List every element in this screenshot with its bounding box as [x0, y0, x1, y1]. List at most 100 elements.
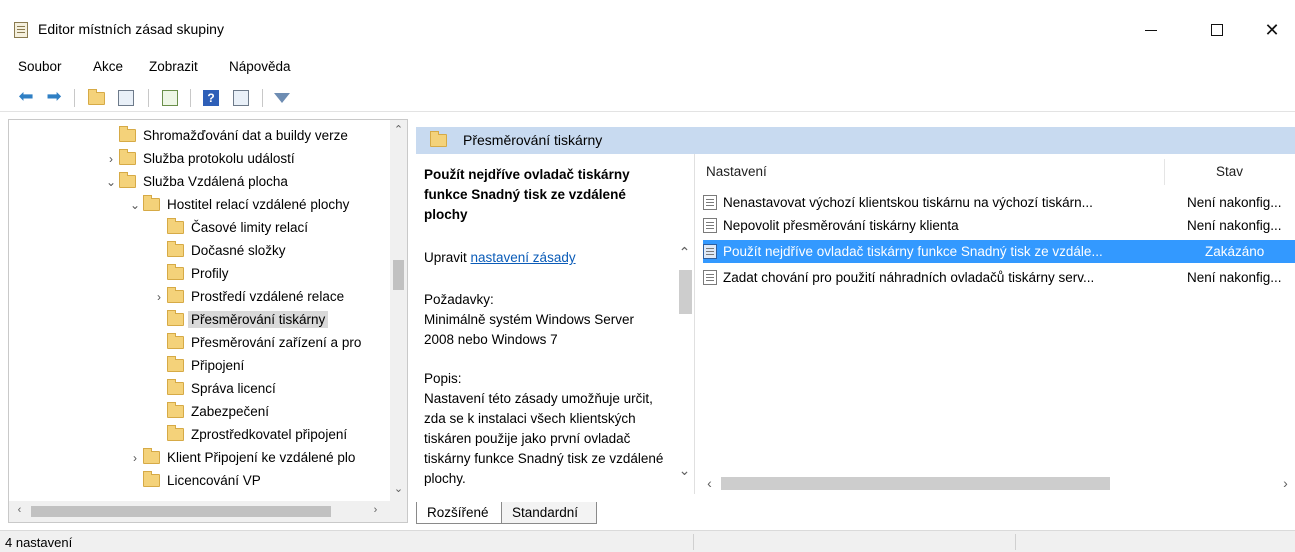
folder-icon	[143, 448, 160, 464]
folder-icon	[167, 333, 184, 349]
minimize-button[interactable]	[1128, 12, 1174, 48]
scroll-thumb[interactable]	[679, 270, 692, 314]
tree-vertical-scrollbar[interactable]: ⌃ ⌄	[390, 120, 407, 501]
description-scrollbar[interactable]: ⌃ ⌄	[676, 244, 693, 484]
collapse-chevron-icon[interactable]: ⌄	[103, 175, 119, 189]
collapse-chevron-icon[interactable]: ⌄	[127, 198, 143, 212]
menu-file[interactable]: Soubor	[18, 59, 62, 74]
scroll-right-icon[interactable]: ›	[1277, 475, 1294, 491]
column-header-setting[interactable]: Nastavení	[706, 164, 767, 179]
tree-item[interactable]: Licencování VP	[127, 469, 261, 492]
tree-item[interactable]: Dočasné složky	[151, 239, 286, 262]
edit-line: Upravit nastavení zásady	[424, 250, 576, 265]
menu-bar: Soubor Akce Zobrazit Nápověda	[0, 56, 1295, 80]
back-arrow-icon[interactable]: ⬅	[16, 87, 36, 105]
tree-item[interactable]: › Prostředí vzdálené relace	[151, 285, 344, 308]
policy-row-selected[interactable]: Použít nejdříve ovladač tiskárny funkce …	[703, 240, 1295, 263]
status-bar: 4 nastavení	[0, 530, 1295, 552]
policy-row[interactable]: Zadat chování pro použití náhradních ovl…	[703, 266, 1295, 289]
scroll-up-icon[interactable]: ⌃	[676, 244, 693, 261]
policy-list: Nastavení Stav Nenastavovat výchozí klie…	[697, 154, 1295, 494]
folder-icon	[167, 356, 184, 372]
filter-icon[interactable]	[274, 89, 290, 107]
folder-icon	[143, 471, 160, 487]
column-header-state[interactable]: Stav	[1216, 164, 1243, 179]
requirements-text: Požadavky: Minimálně systém Windows Serv…	[424, 292, 635, 347]
scroll-left-icon[interactable]: ‹	[701, 475, 718, 491]
policy-editor-icon	[14, 22, 28, 38]
scroll-thumb[interactable]	[393, 260, 404, 290]
tree-item[interactable]: Shromažďování dat a buildy verze	[103, 124, 348, 147]
policy-setting-icon	[703, 270, 717, 285]
tree-item-selected[interactable]: Přesměrování tiskárny	[151, 308, 329, 331]
scroll-right-icon[interactable]: ›	[367, 504, 384, 516]
menu-action[interactable]: Akce	[93, 59, 123, 74]
status-text: 4 nastavení	[5, 535, 73, 550]
tree-item[interactable]: Zprostředkovatel připojení	[151, 423, 347, 446]
policy-row[interactable]: Nepovolit přesměrování tiskárny klienta …	[703, 214, 1295, 237]
folder-icon	[167, 310, 184, 326]
close-button[interactable]: ✕	[1249, 12, 1295, 48]
folder-icon	[119, 126, 136, 142]
tree-item[interactable]: ⌄ Hostitel relací vzdálené plochy	[127, 193, 349, 216]
minimize-icon	[1145, 29, 1157, 31]
policy-title: Použít nejdříve ovladač tiskárny funkce …	[424, 167, 630, 222]
export-list-icon[interactable]	[162, 89, 178, 107]
scroll-down-icon[interactable]: ⌄	[390, 482, 407, 495]
folder-icon	[430, 131, 447, 147]
folder-icon	[167, 425, 184, 441]
folder-icon	[119, 149, 136, 165]
folder-icon	[167, 287, 184, 303]
help-icon[interactable]: ?	[203, 89, 219, 107]
tree-item[interactable]: Profily	[151, 262, 229, 285]
scroll-left-icon[interactable]: ‹	[11, 504, 28, 516]
policy-row[interactable]: Nenastavovat výchozí klientskou tiskárnu…	[703, 191, 1295, 214]
tree-item[interactable]: ⌄ Služba Vzdálená plocha	[103, 170, 288, 193]
tab-extended[interactable]: Rozšířené	[416, 502, 502, 524]
close-icon: ✕	[1264, 19, 1280, 40]
up-folder-icon[interactable]	[88, 88, 105, 107]
menu-help[interactable]: Nápověda	[229, 59, 291, 74]
policy-setting-icon	[703, 195, 717, 210]
maximize-button[interactable]	[1194, 12, 1240, 48]
description-pane: Použít nejdříve ovladač tiskárny funkce …	[416, 154, 695, 494]
show-hide-tree-icon[interactable]	[118, 89, 134, 107]
folder-icon	[167, 264, 184, 280]
menu-view[interactable]: Zobrazit	[149, 59, 198, 74]
scroll-thumb[interactable]	[721, 477, 1110, 490]
title-bar: Editor místních zásad skupiny ✕	[0, 0, 1295, 56]
tree-item[interactable]: › Klient Připojení ke vzdálené plo	[127, 446, 355, 469]
properties-icon[interactable]	[233, 89, 249, 107]
description-text: Popis: Nastavení této zásady umožňuje ur…	[424, 371, 664, 486]
folder-icon	[167, 241, 184, 257]
maximize-icon	[1211, 24, 1223, 36]
tree-item[interactable]: Připojení	[151, 354, 244, 377]
tree-item[interactable]: Časové limity relací	[151, 216, 308, 239]
list-horizontal-scrollbar[interactable]: ‹ ›	[697, 474, 1295, 492]
scroll-thumb[interactable]	[31, 506, 331, 517]
tree-item[interactable]: Zabezpečení	[151, 400, 269, 423]
edit-prefix: Upravit	[424, 250, 471, 265]
expand-chevron-icon[interactable]: ›	[103, 152, 119, 166]
folder-icon	[167, 218, 184, 234]
policy-setting-icon	[703, 218, 717, 233]
tree-item[interactable]: › Služba protokolu událostí	[103, 147, 295, 170]
tab-standard[interactable]: Standardní	[501, 502, 597, 524]
toolbar-separator	[148, 89, 149, 107]
toolbar-separator	[190, 89, 191, 107]
tree-panel: Shromažďování dat a buildy verze › Služba…	[8, 119, 408, 523]
scroll-down-icon[interactable]: ⌄	[676, 462, 693, 479]
status-divider	[693, 534, 694, 550]
expand-chevron-icon[interactable]: ›	[151, 290, 167, 304]
toolbar-separator	[262, 89, 263, 107]
edit-policy-link[interactable]: nastavení zásady	[471, 250, 576, 265]
tree-item[interactable]: Přesměrování zařízení a pro	[151, 331, 361, 354]
column-divider[interactable]	[1164, 159, 1165, 185]
tree-horizontal-scrollbar[interactable]: ‹ ›	[9, 501, 407, 522]
forward-arrow-icon[interactable]: ➡	[44, 87, 64, 105]
scroll-up-icon[interactable]: ⌃	[390, 123, 407, 136]
status-divider	[1015, 534, 1016, 550]
expand-chevron-icon[interactable]: ›	[127, 451, 143, 465]
tree-item[interactable]: Správa licencí	[151, 377, 276, 400]
folder-icon	[119, 172, 136, 188]
